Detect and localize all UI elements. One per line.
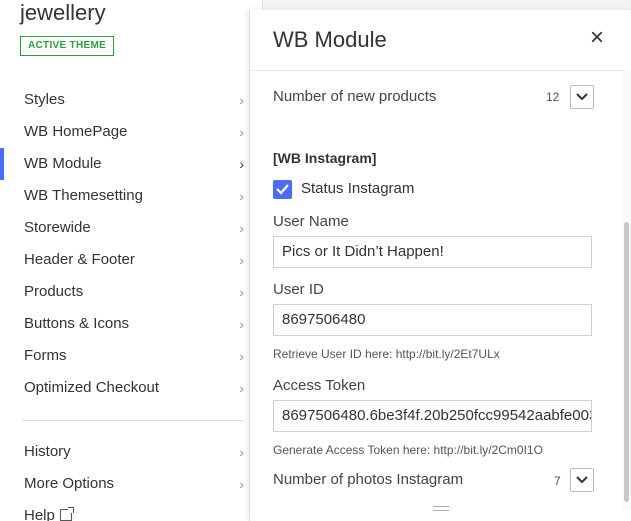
chevron-right-icon: › (239, 444, 244, 460)
check-icon (276, 184, 289, 195)
username-input[interactable]: Pics or It Didn’t Happen! (273, 236, 592, 268)
chevron-right-icon: › (239, 92, 244, 108)
userid-input[interactable]: 8697506480 (273, 304, 592, 336)
sidebar-item-forms[interactable]: Forms › (0, 340, 262, 372)
wb-module-panel: WB Module × Number of new products 12 [W… (249, 10, 631, 521)
sidebar-item-label: More Options (24, 475, 115, 492)
active-theme-badge: ACTIVE THEME (20, 36, 115, 56)
sidebar-item-label: Forms (24, 347, 67, 364)
panel-title: WB Module (273, 27, 387, 52)
status-instagram-label: Status Instagram (301, 180, 415, 197)
photos-dropdown[interactable] (570, 468, 594, 492)
chevron-right-icon: › (239, 156, 244, 172)
sidebar-item-wb-module[interactable]: WB Module › (0, 148, 262, 180)
sidebar-item-more-options[interactable]: More Options › (0, 468, 262, 500)
status-instagram-checkbox[interactable] (273, 180, 292, 199)
chevron-right-icon: › (239, 348, 244, 364)
sidebar-item-label: WB Module (24, 155, 102, 172)
userid-label: User ID (273, 281, 324, 298)
sidebar-item-label: Optimized Checkout (24, 379, 160, 396)
photos-value: 7 (554, 474, 561, 488)
sidebar-secondary-nav: History › More Options › Help (0, 436, 262, 521)
new-products-dropdown[interactable] (570, 85, 594, 109)
sidebar-item-label: Products (24, 283, 84, 300)
chevron-right-icon: › (239, 284, 244, 300)
theme-sidebar: jewellery ACTIVE THEME Styles › WB HomePa… (0, 0, 263, 521)
chevron-right-icon: › (239, 476, 244, 492)
sidebar-item-label: Buttons & Icons (24, 315, 130, 332)
section-heading: [WB Instagram] (273, 150, 377, 166)
photos-label: Number of photos Instagram (273, 471, 464, 488)
access-token-hint: Generate Access Token here: http://bit.l… (273, 443, 543, 457)
sidebar-item-wb-homepage[interactable]: WB HomePage › (0, 116, 262, 148)
sidebar-item-header-footer[interactable]: Header & Footer › (0, 244, 262, 276)
theme-name: jewellery (20, 0, 106, 25)
close-icon[interactable]: × (590, 26, 604, 50)
chevron-right-icon: › (239, 188, 244, 204)
sidebar-item-label: History (24, 443, 71, 460)
chevron-right-icon: › (239, 252, 244, 268)
sidebar-item-help[interactable]: Help (0, 500, 262, 521)
panel-header: WB Module × (250, 10, 631, 71)
sidebar-item-buttons-icons[interactable]: Buttons & Icons › (0, 308, 262, 340)
sidebar-item-label: Header & Footer (24, 251, 135, 268)
sidebar-item-label: Help (24, 507, 55, 521)
chevron-right-icon: › (239, 124, 244, 140)
sidebar-item-products[interactable]: Products › (0, 276, 262, 308)
sidebar-item-wb-themesetting[interactable]: WB Themesetting › (0, 180, 262, 212)
sidebar-item-styles[interactable]: Styles › (0, 84, 262, 116)
scrollbar-thumb[interactable] (624, 222, 629, 502)
sidebar-item-history[interactable]: History › (0, 436, 262, 468)
sidebar-item-label: WB HomePage (24, 123, 128, 140)
sidebar-item-label: Styles (24, 91, 65, 108)
access-token-label: Access Token (273, 377, 366, 394)
sidebar-item-optimized-checkout[interactable]: Optimized Checkout › (0, 372, 262, 404)
access-token-input[interactable]: 8697506480.6be3f4f.20b250fcc99542aabfe00… (273, 400, 592, 432)
sidebar-item-storewide[interactable]: Storewide › (0, 212, 262, 244)
external-link-icon (59, 507, 74, 521)
sidebar-divider (22, 420, 244, 421)
sidebar-item-label: WB Themesetting (24, 187, 143, 204)
drag-handle-icon[interactable] (433, 506, 449, 514)
userid-hint: Retrieve User ID here: http://bit.ly/2Et… (273, 347, 500, 361)
chevron-right-icon: › (239, 380, 244, 396)
sidebar-item-label: Storewide (24, 219, 91, 236)
chevron-right-icon: › (239, 220, 244, 236)
username-label: User Name (273, 213, 349, 230)
new-products-label: Number of new products (273, 88, 437, 105)
chevron-down-icon (576, 476, 588, 484)
new-products-value: 12 (546, 90, 560, 104)
sidebar-nav: Styles › WB HomePage › WB Module › WB Theme… (0, 84, 262, 404)
chevron-down-icon (576, 93, 588, 101)
chevron-right-icon: › (239, 316, 244, 332)
